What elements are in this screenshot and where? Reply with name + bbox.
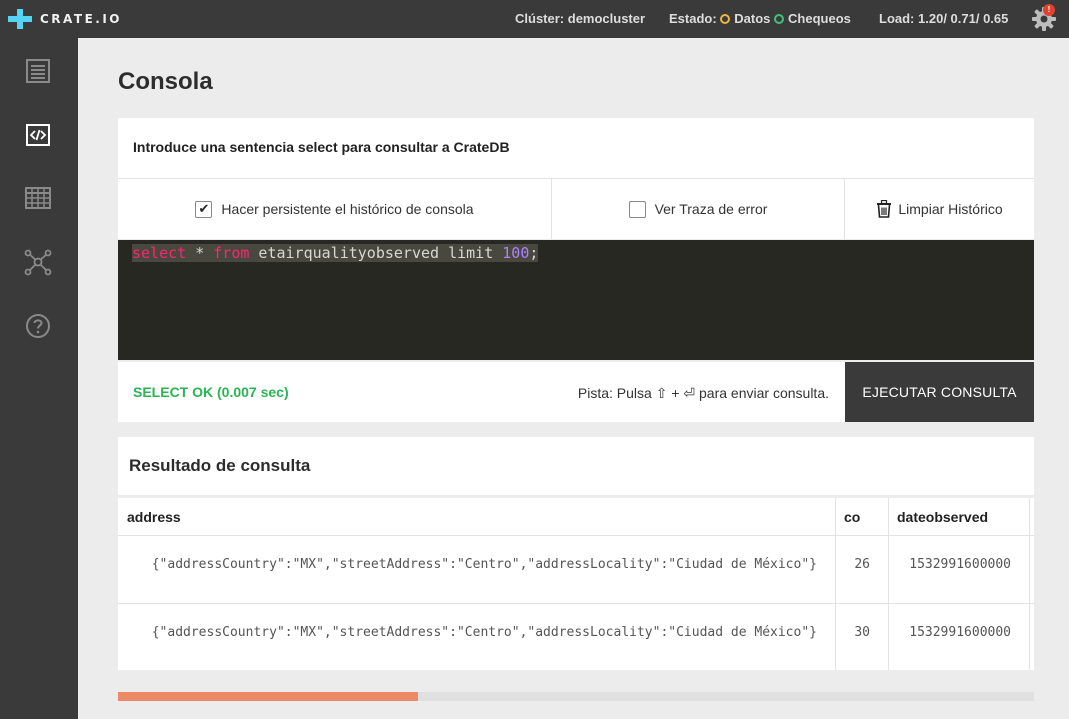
tables-icon (25, 187, 51, 209)
query-run-bar: SELECT OK (0.007 sec) Pista: Pulsa ⇧ + ⏎… (118, 362, 1034, 422)
console-prompt-panel: Introduce una sentencia select para cons… (118, 118, 1034, 178)
sidebar (0, 38, 78, 719)
console-icon (26, 124, 50, 146)
error-trace-option[interactable]: Ver Traza de error (552, 179, 844, 239)
table-cell-co: 30 (854, 625, 870, 640)
data-status-label[interactable]: Datos (734, 11, 770, 26)
table-cell-dateobserved: 1532991600000 (909, 625, 1011, 640)
top-bar: CRATE.IO Clúster: democluster Estado: Da… (0, 0, 1069, 38)
column-header-co[interactable]: co (844, 509, 860, 525)
cluster-name: democluster (567, 11, 646, 26)
crate-logo-icon (8, 9, 32, 29)
notification-badge[interactable]: ! (1043, 4, 1055, 16)
state-label: Estado: (669, 11, 717, 26)
persist-history-option[interactable]: ✔ Hacer persistente el histórico de cons… (118, 179, 551, 239)
results-horizontal-scrollbar[interactable] (118, 692, 1034, 701)
column-divider (835, 498, 836, 670)
sql-limit-number: 100 (502, 244, 530, 262)
checks-status-icon (774, 14, 785, 24)
persist-history-label: Hacer persistente el histórico de consol… (221, 201, 474, 217)
column-divider (1029, 498, 1030, 670)
results-table: address co dateobserved {"addressCountry… (118, 498, 1034, 670)
trash-icon (877, 200, 892, 218)
sidebar-item-tables[interactable] (18, 178, 58, 218)
results-title: Resultado de consulta (129, 456, 311, 475)
cluster-icon (24, 249, 52, 276)
console-prompt-text: Introduce una sentencia select para cons… (133, 139, 510, 155)
sql-keyword-from: from (213, 244, 250, 262)
sql-editor[interactable]: select * from etairqualityobserved limit… (118, 240, 1034, 360)
sidebar-item-overview[interactable] (18, 51, 58, 91)
brand-name: CRATE.IO (40, 12, 123, 26)
query-status: SELECT OK (0.007 sec) (133, 384, 289, 400)
crate-logo[interactable]: CRATE.IO (8, 9, 122, 29)
row-divider (118, 535, 1034, 536)
cluster-state: Estado: Datos Chequeos (669, 11, 851, 26)
results-header: Resultado de consulta (118, 437, 1034, 495)
sidebar-item-console[interactable] (18, 115, 58, 155)
table-cell-dateobserved: 1532991600000 (909, 557, 1011, 572)
column-header-dateobserved[interactable]: dateobserved (897, 509, 988, 525)
console-options: ✔ Hacer persistente el histórico de cons… (118, 178, 1034, 239)
load-values: 1.20/ 0.71/ 0.65 (918, 11, 1009, 26)
scrollbar-thumb[interactable] (118, 692, 418, 701)
table-cell-address: {"addressCountry":"MX","streetAddress":"… (151, 625, 817, 640)
table-cell-address: {"addressCountry":"MX","streetAddress":"… (151, 557, 817, 572)
sidebar-item-cluster[interactable] (18, 242, 58, 282)
cluster-info: Clúster: democluster (515, 11, 645, 26)
page-title: Consola (118, 68, 213, 95)
row-divider (118, 603, 1034, 604)
overview-icon (26, 59, 50, 83)
clear-history-label: Limpiar Histórico (898, 201, 1003, 217)
load-info: Load: 1.20/ 0.71/ 0.65 (879, 11, 1008, 26)
load-label: Load: (879, 11, 915, 26)
table-cell-co: 26 (854, 557, 870, 572)
column-divider (888, 498, 889, 670)
execute-query-button[interactable]: EJECUTAR CONSULTA (845, 362, 1034, 422)
sql-query-text[interactable]: select * from etairqualityobserved limit… (132, 244, 539, 262)
data-status-icon (720, 14, 731, 24)
sidebar-item-help[interactable] (18, 306, 58, 346)
sql-table-limit: etairqualityobserved limit (249, 244, 503, 262)
error-trace-checkbox[interactable] (628, 200, 646, 218)
clear-history-button[interactable]: Limpiar Histórico (845, 179, 1034, 239)
sql-keyword-select: select (132, 244, 187, 262)
checks-status-label[interactable]: Chequeos (788, 11, 851, 26)
column-header-address[interactable]: address (127, 509, 181, 525)
sql-star: * (186, 244, 214, 262)
persist-history-checkbox[interactable]: ✔ (195, 200, 213, 218)
cluster-label: Clúster: (515, 11, 565, 26)
help-icon (26, 314, 50, 338)
error-trace-label: Ver Traza de error (654, 201, 768, 217)
sql-terminator: ; (529, 244, 539, 262)
submit-hint: Pista: Pulsa ⇧ + ⏎ para enviar consulta. (577, 385, 829, 401)
